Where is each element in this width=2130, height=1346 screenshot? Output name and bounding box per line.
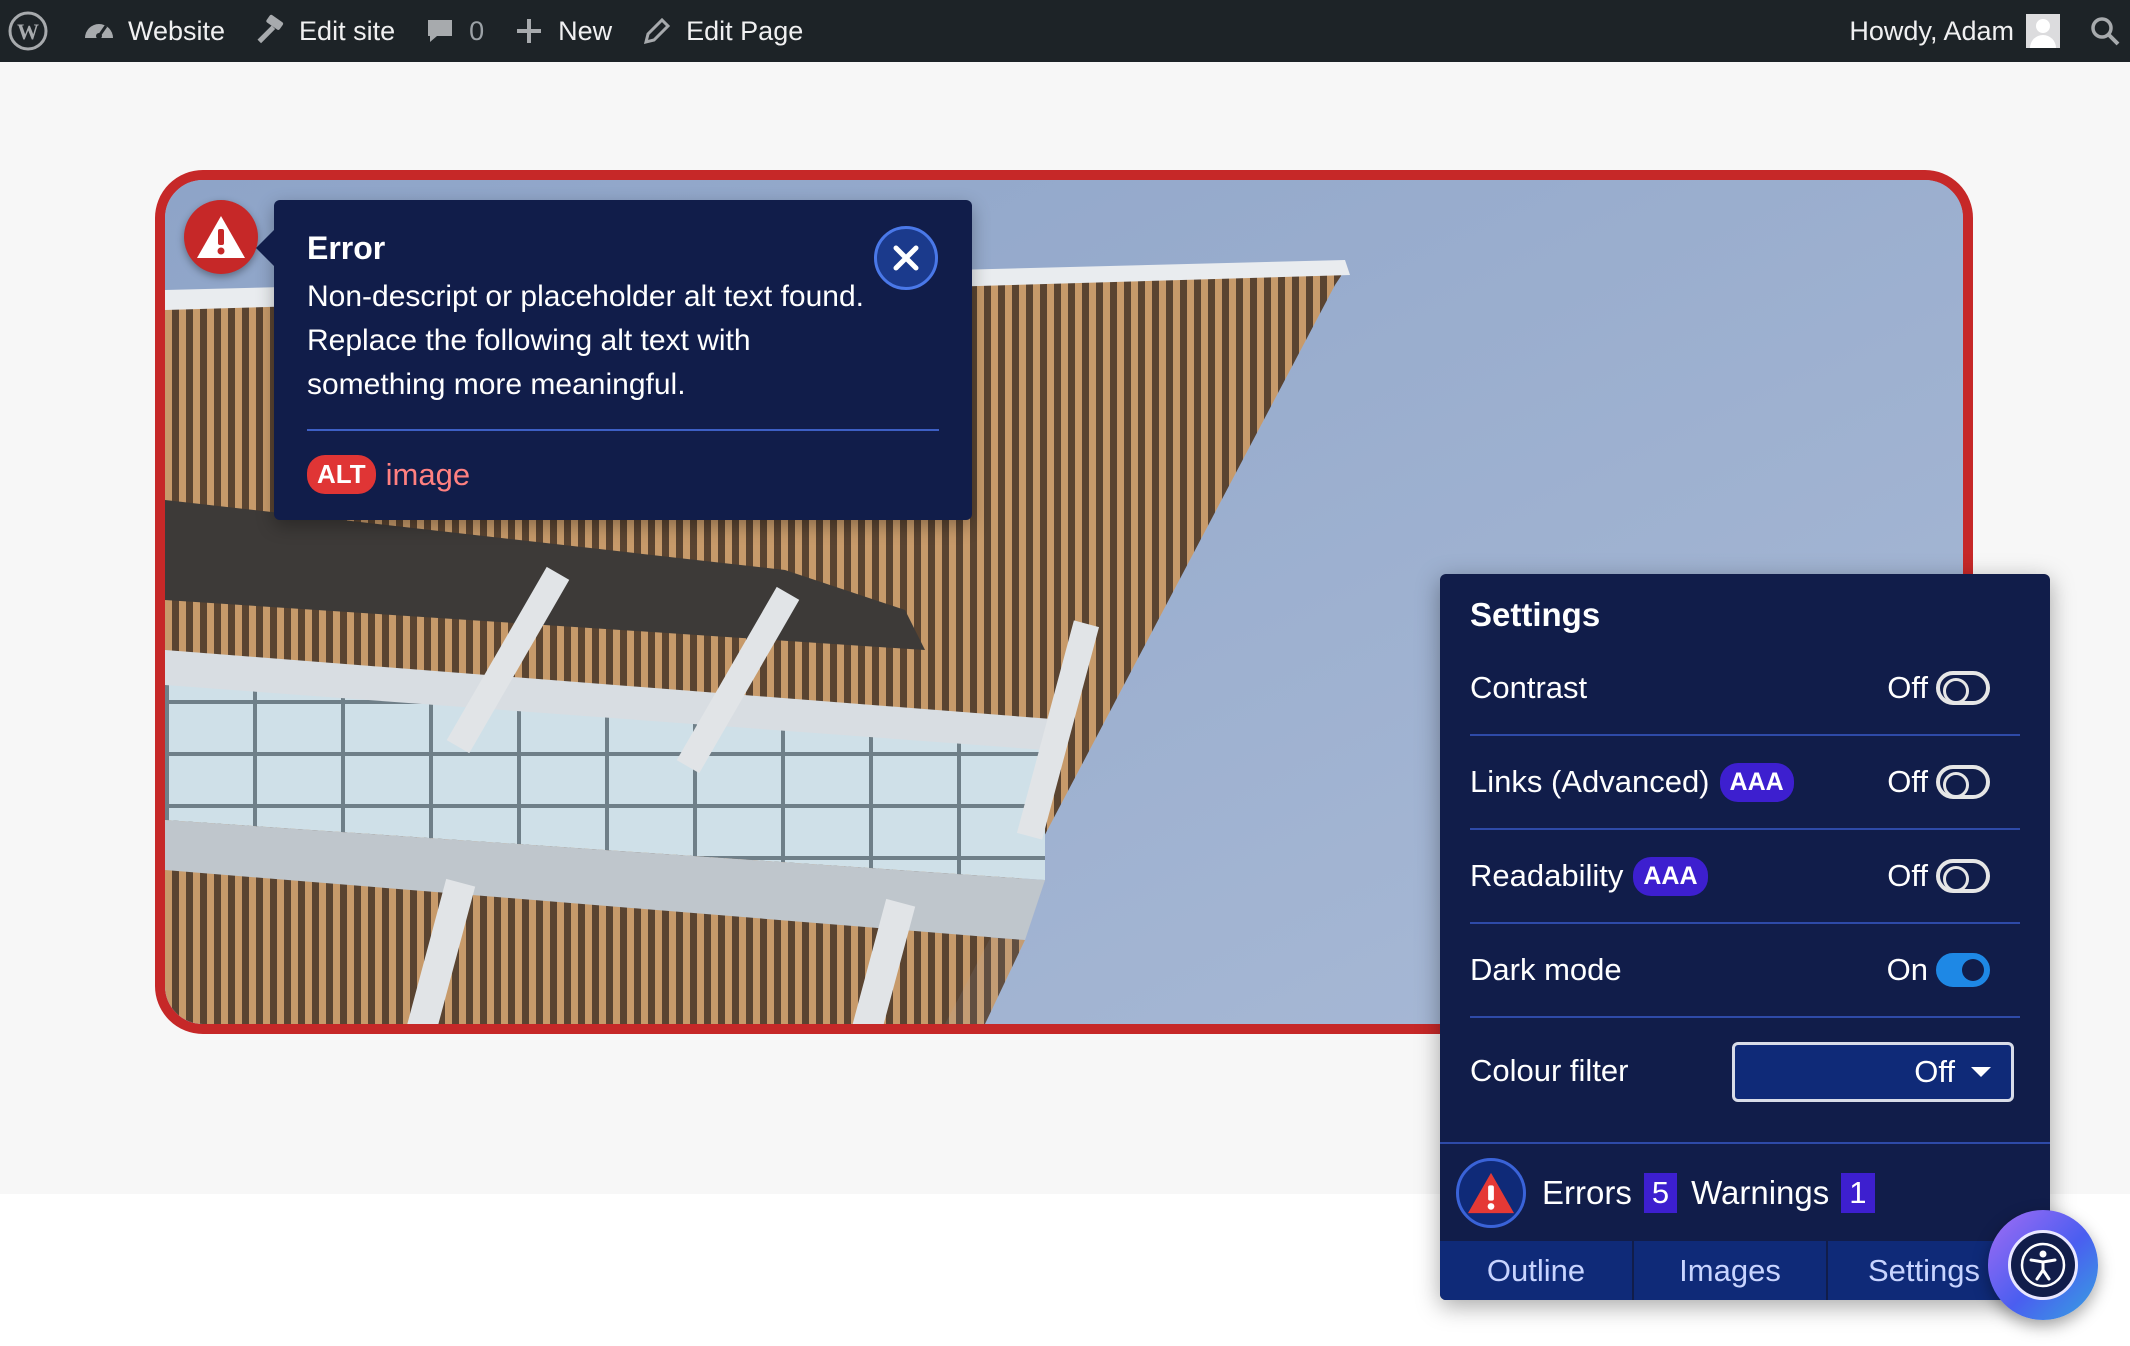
close-icon	[893, 245, 919, 271]
new-content-link[interactable]: New	[498, 0, 626, 62]
aaa-badge: AAA	[1633, 856, 1708, 896]
setting-state: Off	[1887, 670, 1928, 705]
setting-readability: Readability AAA Off	[1470, 830, 2020, 924]
warning-icon	[1468, 1172, 1514, 1214]
setting-label: Dark mode	[1470, 952, 1622, 987]
status-summary: Errors 5 Warnings 1	[1456, 1158, 1889, 1228]
setting-label: Contrast	[1470, 670, 1588, 705]
setting-label: Readability	[1470, 858, 1624, 893]
search-icon	[2088, 14, 2122, 48]
tooltip-divider	[307, 429, 939, 431]
warning-icon	[197, 216, 245, 258]
greeting: Howdy, Adam	[1849, 15, 2014, 46]
dashboard-icon	[82, 14, 116, 48]
setting-links-advanced: Links (Advanced) AAA Off	[1470, 736, 2020, 830]
edit-site-label: Edit site	[299, 15, 396, 46]
errors-label: Errors	[1542, 1174, 1632, 1211]
search-button[interactable]	[2074, 0, 2130, 62]
plus-icon	[512, 14, 546, 48]
errors-count: 5	[1643, 1173, 1678, 1213]
setting-state: Off	[1887, 858, 1928, 893]
site-name-label: Website	[128, 15, 226, 46]
avatar	[2026, 14, 2060, 48]
edit-page-label: Edit Page	[686, 15, 804, 46]
dark-mode-toggle[interactable]	[1936, 953, 1990, 987]
colour-filter-select[interactable]: Off	[1732, 1042, 2014, 1102]
readability-toggle[interactable]	[1936, 859, 1990, 893]
error-tooltip: Error Non-descript or placeholder alt te…	[256, 200, 972, 520]
tab-outline[interactable]: Outline	[1440, 1241, 1634, 1300]
admin-bar: W Website Edit site 0 New Edit Page Howd…	[0, 0, 2130, 62]
new-label: New	[558, 15, 613, 46]
edit-site-link[interactable]: Edit site	[239, 0, 409, 62]
comment-icon	[423, 14, 457, 48]
colour-filter-value: Off	[1914, 1054, 1955, 1089]
my-account-link[interactable]: Howdy, Adam	[1835, 0, 2074, 62]
accessibility-launcher-button[interactable]	[1988, 1210, 2098, 1320]
contrast-toggle[interactable]	[1936, 671, 1990, 705]
checker-panel: Settings Contrast Off Links (Advanced) A…	[1440, 574, 2050, 1300]
wordpress-menu[interactable]: W	[0, 0, 68, 62]
close-tooltip-button[interactable]	[874, 226, 938, 290]
toggle-checker-button[interactable]	[1456, 1158, 1526, 1228]
edit-page-link[interactable]: Edit Page	[626, 0, 817, 62]
chevron-down-icon	[1971, 1067, 1991, 1077]
svg-text:W: W	[17, 19, 39, 44]
tooltip-message: Non-descript or placeholder alt text fou…	[307, 280, 864, 401]
accessibility-icon	[2020, 1242, 2066, 1288]
error-marker-button[interactable]	[184, 200, 258, 274]
comments-link[interactable]: 0	[409, 0, 498, 62]
setting-contrast: Contrast Off	[1470, 642, 2020, 736]
setting-dark-mode: Dark mode On	[1470, 924, 2020, 1018]
site-name-link[interactable]: Website	[68, 0, 239, 62]
alt-text-preview: ALT image	[307, 455, 939, 494]
comments-count: 0	[469, 15, 485, 46]
links-advanced-toggle[interactable]	[1936, 765, 1990, 799]
warnings-count: 1	[1841, 1173, 1875, 1213]
aaa-badge: AAA	[1719, 762, 1794, 802]
panel-divider	[1440, 1142, 2050, 1144]
panel-tabs: Outline Images Settings	[1440, 1241, 2050, 1300]
setting-state: Off	[1887, 764, 1928, 799]
setting-label: Links (Advanced)	[1470, 764, 1710, 799]
warnings-label: Warnings	[1691, 1174, 1830, 1211]
alt-value: image	[385, 456, 471, 492]
tab-images[interactable]: Images	[1634, 1241, 1828, 1300]
alt-badge: ALT	[307, 455, 376, 494]
tooltip-title: Error	[307, 230, 386, 266]
settings-title: Settings	[1470, 596, 1601, 633]
hammer-icon	[253, 14, 287, 48]
wordpress-icon: W	[8, 11, 48, 51]
setting-state: On	[1886, 952, 1928, 987]
pencil-icon	[640, 14, 674, 48]
